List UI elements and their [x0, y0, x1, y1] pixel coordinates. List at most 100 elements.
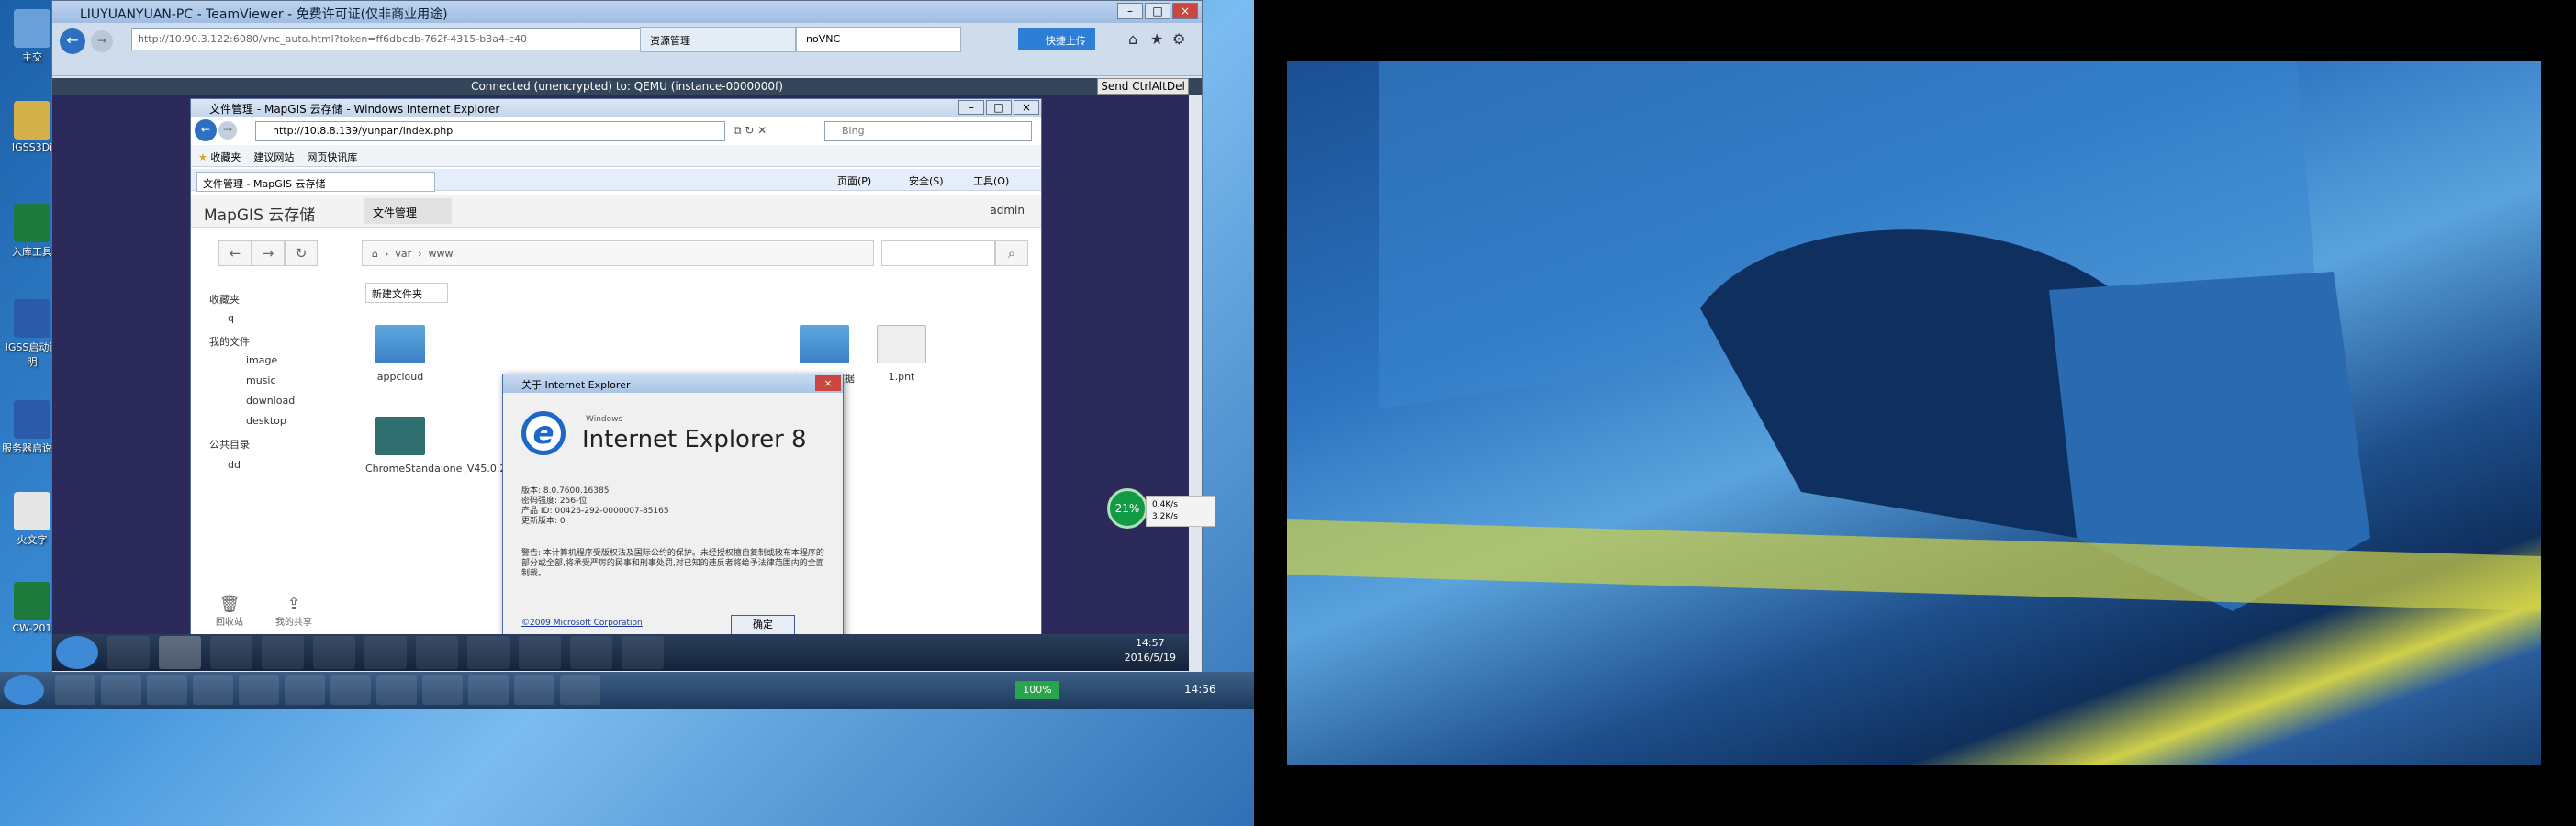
file-item[interactable]: ChromeStandalone_V45.0.2 — [365, 413, 506, 474]
dialog-close-button[interactable]: × — [815, 375, 841, 391]
tree-item[interactable]: download — [246, 395, 295, 407]
web-slices-link[interactable]: 网页快讯库 — [307, 151, 357, 163]
tree-public[interactable]: 公共目录 — [209, 437, 250, 452]
taskbar-app[interactable] — [514, 675, 554, 705]
back-icon[interactable]: ← — [218, 240, 252, 266]
favorites-star-icon[interactable]: ★ — [198, 151, 207, 163]
send-ctrlaltdel-button[interactable]: Send CtrlAltDel — [1097, 78, 1189, 95]
taskbar-app[interactable] — [330, 675, 371, 705]
net-speed-widget: 0.4K/s 3.2K/s — [1146, 496, 1215, 527]
about-dialog: 关于 Internet Explorer × e Windows Interne… — [502, 374, 844, 643]
crumb-var[interactable]: var — [395, 248, 411, 260]
folder-icon — [375, 325, 425, 363]
upload-button[interactable]: 快捷上传 — [1018, 28, 1095, 50]
forward-icon[interactable]: → — [252, 240, 285, 266]
warning-text: 警告: 本计算机程序受版权法及国际公约的保护。未经授权擅自复制或散布本程序的部分… — [521, 549, 824, 578]
start-orb-icon[interactable] — [56, 636, 98, 669]
ie-address-input[interactable]: http://10.8.8.139/yunpan/index.php — [255, 121, 725, 141]
taskbar-app[interactable] — [193, 675, 233, 705]
taskbar-app[interactable] — [467, 636, 510, 669]
taskbar-app[interactable] — [376, 675, 417, 705]
tools-menu[interactable]: 工具(O) — [973, 173, 1009, 188]
architecture-photo — [1287, 61, 2541, 611]
recycle-bin-button[interactable]: 🗑 回收站 — [211, 595, 248, 628]
tab-resource[interactable]: 资源管理 — [640, 27, 796, 52]
tree-item[interactable]: q — [228, 312, 234, 324]
ie-maximize-button[interactable]: □ — [986, 100, 1012, 115]
connection-status: Connected (unencrypted) to: QEMU (instan… — [52, 78, 1202, 95]
taskbar-app[interactable] — [364, 636, 407, 669]
ie-address-tools[interactable]: ⧉ ↻ ✕ — [731, 121, 819, 141]
file-search-input[interactable] — [881, 240, 995, 266]
taskbar-app[interactable] — [285, 675, 325, 705]
taskbar-app[interactable] — [55, 675, 95, 705]
ok-button[interactable]: 确定 — [731, 615, 795, 635]
ie-minimize-button[interactable]: – — [958, 100, 984, 115]
local-clock[interactable]: 14:56 — [1184, 683, 1216, 696]
ie-close-button[interactable]: × — [1014, 100, 1039, 115]
copyright-link[interactable]: ©2009 Microsoft Corporation — [521, 619, 643, 628]
my-share-button[interactable]: ⇪ 我的共享 — [275, 595, 312, 628]
tree-item[interactable]: image — [246, 354, 277, 366]
file-toolbar: ← → ↻ ⌂ › var › www ⌕ — [191, 235, 1041, 273]
clock-time: 14:57 — [1135, 637, 1165, 649]
page-menu[interactable]: 页面(P) — [837, 173, 871, 188]
taskbar-terminal[interactable] — [416, 636, 458, 669]
maximize-button[interactable]: □ — [1145, 3, 1170, 19]
cpu-usage-ring[interactable]: 21% — [1107, 488, 1148, 529]
ie-tab[interactable]: 文件管理 - MapGIS 云存储 — [196, 172, 435, 192]
file-item[interactable]: 1.pnt — [867, 321, 936, 383]
taskbar-app[interactable] — [239, 675, 279, 705]
breadcrumb[interactable]: ⌂ › var › www — [362, 240, 874, 266]
download-speed: 3.2K/s — [1152, 512, 1178, 521]
home-icon[interactable]: ⌂ — [1128, 30, 1137, 48]
refresh-icon[interactable]: ↻ — [285, 240, 318, 266]
ie-forward-icon[interactable]: → — [218, 121, 237, 140]
ie-back-icon[interactable]: ← — [195, 119, 217, 141]
taskbar-app[interactable] — [262, 636, 304, 669]
taskbar-app[interactable] — [101, 675, 141, 705]
tree-item[interactable]: music — [246, 374, 276, 386]
file-icon — [877, 325, 926, 363]
tree-my-files[interactable]: 我的文件 — [209, 334, 250, 349]
security-menu[interactable]: 安全(S) — [909, 173, 944, 188]
url-input[interactable]: http://10.90.3.122:6080/vnc_auto.html?to… — [131, 28, 655, 50]
favorites-bar: ★ 收藏夹 建议网站 网页快讯库 — [191, 145, 1041, 167]
back-arrow-icon[interactable]: ← — [60, 28, 85, 54]
file-item[interactable]: appcloud — [365, 321, 435, 383]
taskbar-app[interactable] — [147, 675, 187, 705]
start-orb-icon[interactable] — [4, 675, 44, 705]
minimize-button[interactable]: – — [1117, 3, 1143, 19]
tree-item[interactable]: desktop — [246, 415, 286, 427]
dialog-title: 关于 Internet Explorer — [503, 374, 843, 393]
user-menu[interactable]: admin — [990, 204, 1025, 217]
forward-arrow-icon[interactable]: → — [91, 30, 113, 52]
taskbar-ie[interactable] — [159, 636, 201, 669]
file-management-tab[interactable]: 文件管理 — [364, 198, 452, 224]
star-icon[interactable]: ★ — [1150, 30, 1163, 48]
close-button[interactable]: × — [1172, 3, 1198, 19]
taskbar-explorer[interactable] — [210, 636, 252, 669]
taskbar-chrome[interactable] — [313, 636, 355, 669]
taskbar-word[interactable] — [422, 675, 463, 705]
taskbar-app[interactable] — [570, 636, 612, 669]
remote-clock[interactable]: 14:57 2016/5/19 — [1125, 636, 1176, 665]
taskbar-word[interactable] — [468, 675, 509, 705]
file-icon — [375, 417, 425, 455]
taskbar-teamviewer[interactable] — [622, 636, 664, 669]
tree-favorites[interactable]: 收藏夹 — [209, 292, 240, 307]
gear-icon[interactable]: ⚙ — [1172, 30, 1185, 48]
taskbar-app[interactable] — [560, 675, 600, 705]
version-line: 更新版本: 0 — [521, 517, 566, 526]
crumb-www[interactable]: www — [429, 248, 454, 260]
tab-novnc[interactable]: noVNC — [796, 27, 961, 52]
suggested-sites-link[interactable]: 建议网站 — [253, 151, 294, 163]
taskbar-app[interactable] — [519, 636, 561, 669]
remote-taskbar: 14:57 2016/5/19 — [52, 634, 1189, 671]
favorites-button[interactable]: 收藏夹 — [210, 151, 241, 163]
taskbar-app[interactable] — [107, 636, 150, 669]
search-icon[interactable]: ⌕ — [995, 240, 1028, 266]
tree-item[interactable]: dd — [228, 459, 241, 471]
battery-indicator[interactable]: 100% — [1015, 681, 1059, 699]
ie-search-input[interactable]: Bing — [824, 121, 1032, 141]
